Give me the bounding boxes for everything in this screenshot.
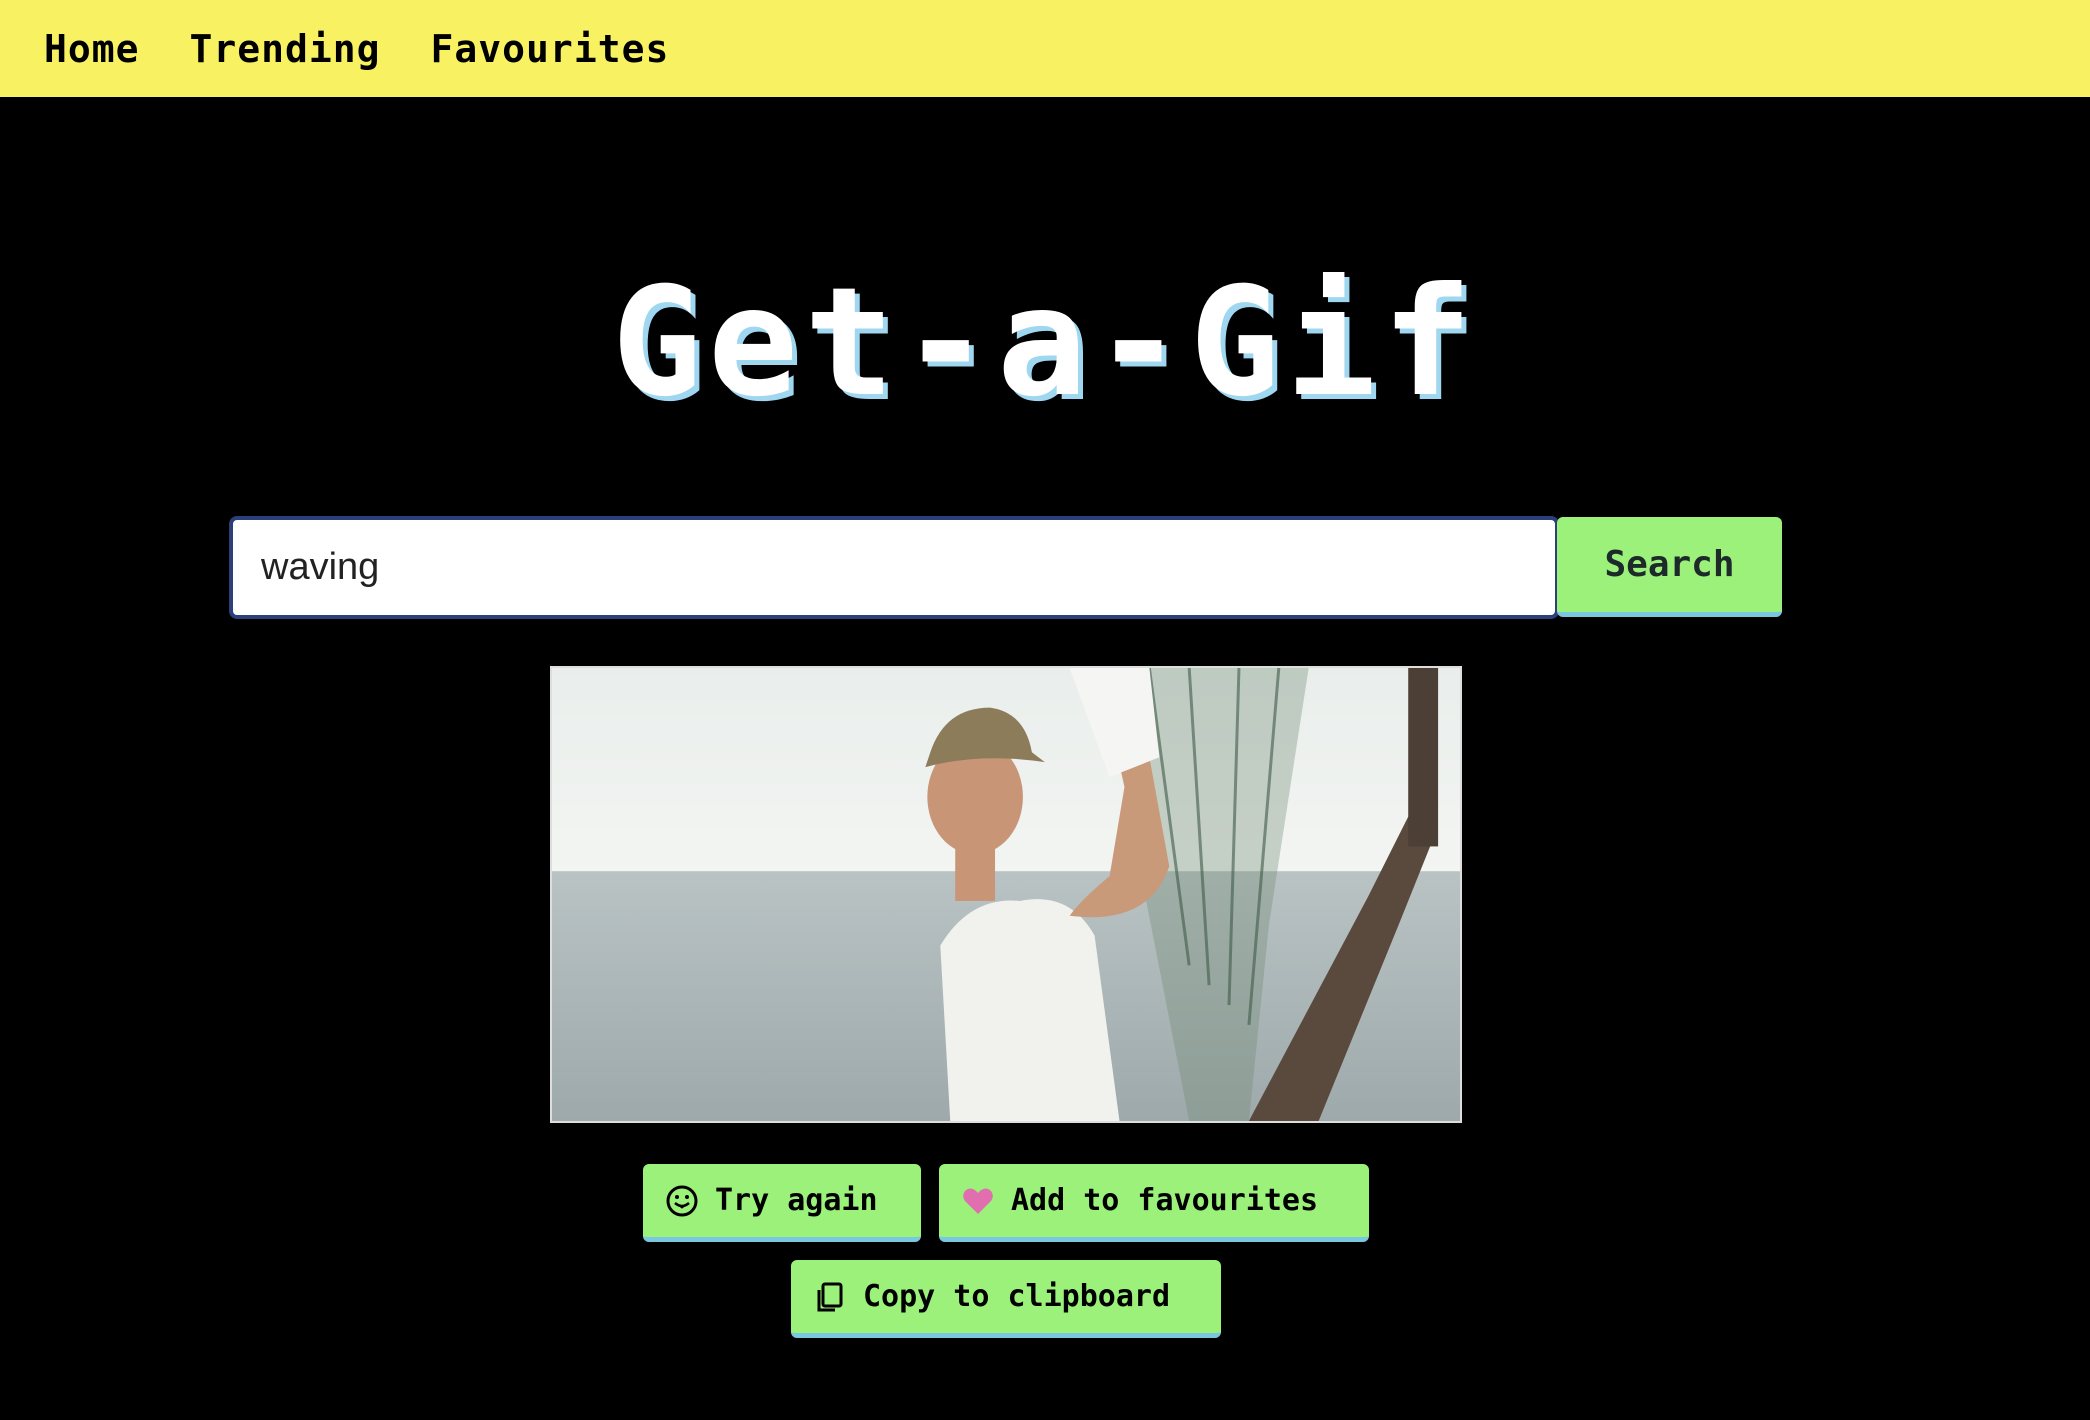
add-to-favourites-label: Add to favourites (1011, 1183, 1319, 1218)
heart-icon (961, 1184, 995, 1218)
search-input[interactable] (229, 516, 1559, 619)
clipboard-copy-icon (813, 1280, 847, 1314)
copy-to-clipboard-label: Copy to clipboard (863, 1279, 1171, 1314)
grinning-tongue-icon (665, 1184, 699, 1218)
try-again-label: Try again (715, 1183, 878, 1218)
nav-home-link[interactable]: Home (44, 30, 140, 68)
gif-result-image (550, 666, 1462, 1123)
gif-image-illustration (552, 668, 1460, 1121)
top-navigation: Home Trending Favourites (0, 0, 2090, 97)
add-to-favourites-button[interactable]: Add to favourites (939, 1164, 1369, 1242)
nav-favourites-link[interactable]: Favourites (431, 30, 670, 68)
nav-trending-link[interactable]: Trending (190, 30, 381, 68)
copy-to-clipboard-button[interactable]: Copy to clipboard (791, 1260, 1221, 1338)
search-button[interactable]: Search (1557, 517, 1782, 617)
page-title: Get-a-Gif (611, 256, 1479, 430)
try-again-button[interactable]: Try again (643, 1164, 921, 1242)
